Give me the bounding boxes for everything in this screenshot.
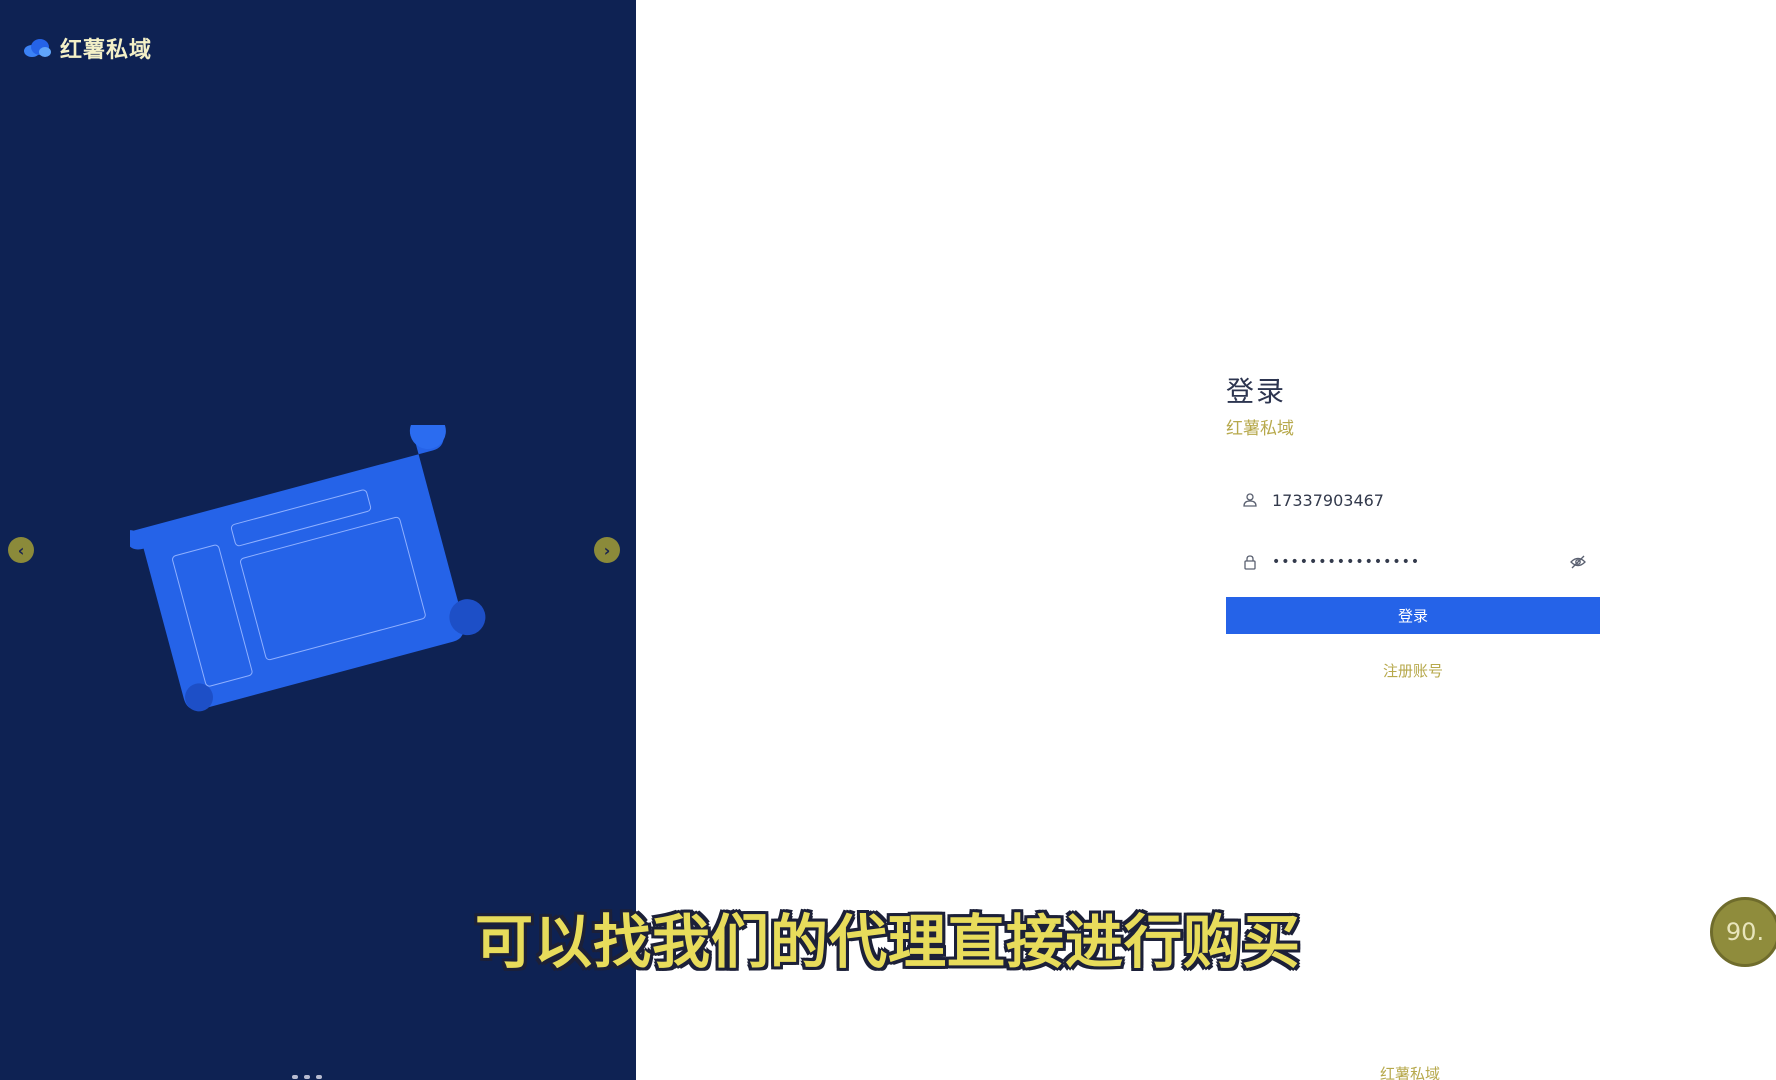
login-form: 登录 红薯私域 登录 注册账号 (1226, 370, 1600, 681)
login-page: 红薯私域 ‹ › 登录 红薯私域 17337903467 •••••••••••… (0, 0, 1776, 1080)
register-link[interactable]: 注册账号 (1226, 660, 1600, 681)
login-subtitle: 红薯私域 (1226, 419, 1294, 439)
eye-off-icon[interactable] (1570, 554, 1586, 570)
login-button[interactable]: 登录 (1226, 597, 1600, 634)
user-icon (1243, 493, 1257, 507)
carousel-prev-button[interactable]: ‹ (8, 537, 34, 563)
video-caption: 可以找我们的代理直接进行购买 (474, 908, 1301, 976)
username-input[interactable] (1272, 490, 1552, 510)
floating-widget-label: 90. (1725, 918, 1765, 946)
lock-icon (1244, 555, 1256, 570)
chevron-left-icon: ‹ (17, 540, 25, 560)
footer-brand: 红薯私域 (1380, 1065, 1441, 1080)
chevron-right-icon: › (603, 540, 611, 560)
carousel-dot[interactable] (292, 1075, 298, 1079)
brand-name: 红薯私域 (60, 38, 153, 63)
carousel-next-button[interactable]: › (594, 537, 620, 563)
carousel-dot[interactable] (316, 1075, 322, 1079)
brand: 红薯私域 (22, 32, 152, 64)
login-title: 登录 (1226, 375, 1287, 408)
carousel-dot[interactable] (304, 1075, 310, 1079)
carousel-indicators[interactable] (292, 1075, 322, 1079)
username-field[interactable] (1226, 477, 1600, 523)
floating-widget[interactable]: 90. (1710, 897, 1776, 967)
password-input[interactable] (1272, 554, 1552, 570)
cloud-icon (24, 39, 51, 57)
password-field[interactable] (1226, 539, 1600, 585)
scroll-illustration (130, 425, 486, 712)
